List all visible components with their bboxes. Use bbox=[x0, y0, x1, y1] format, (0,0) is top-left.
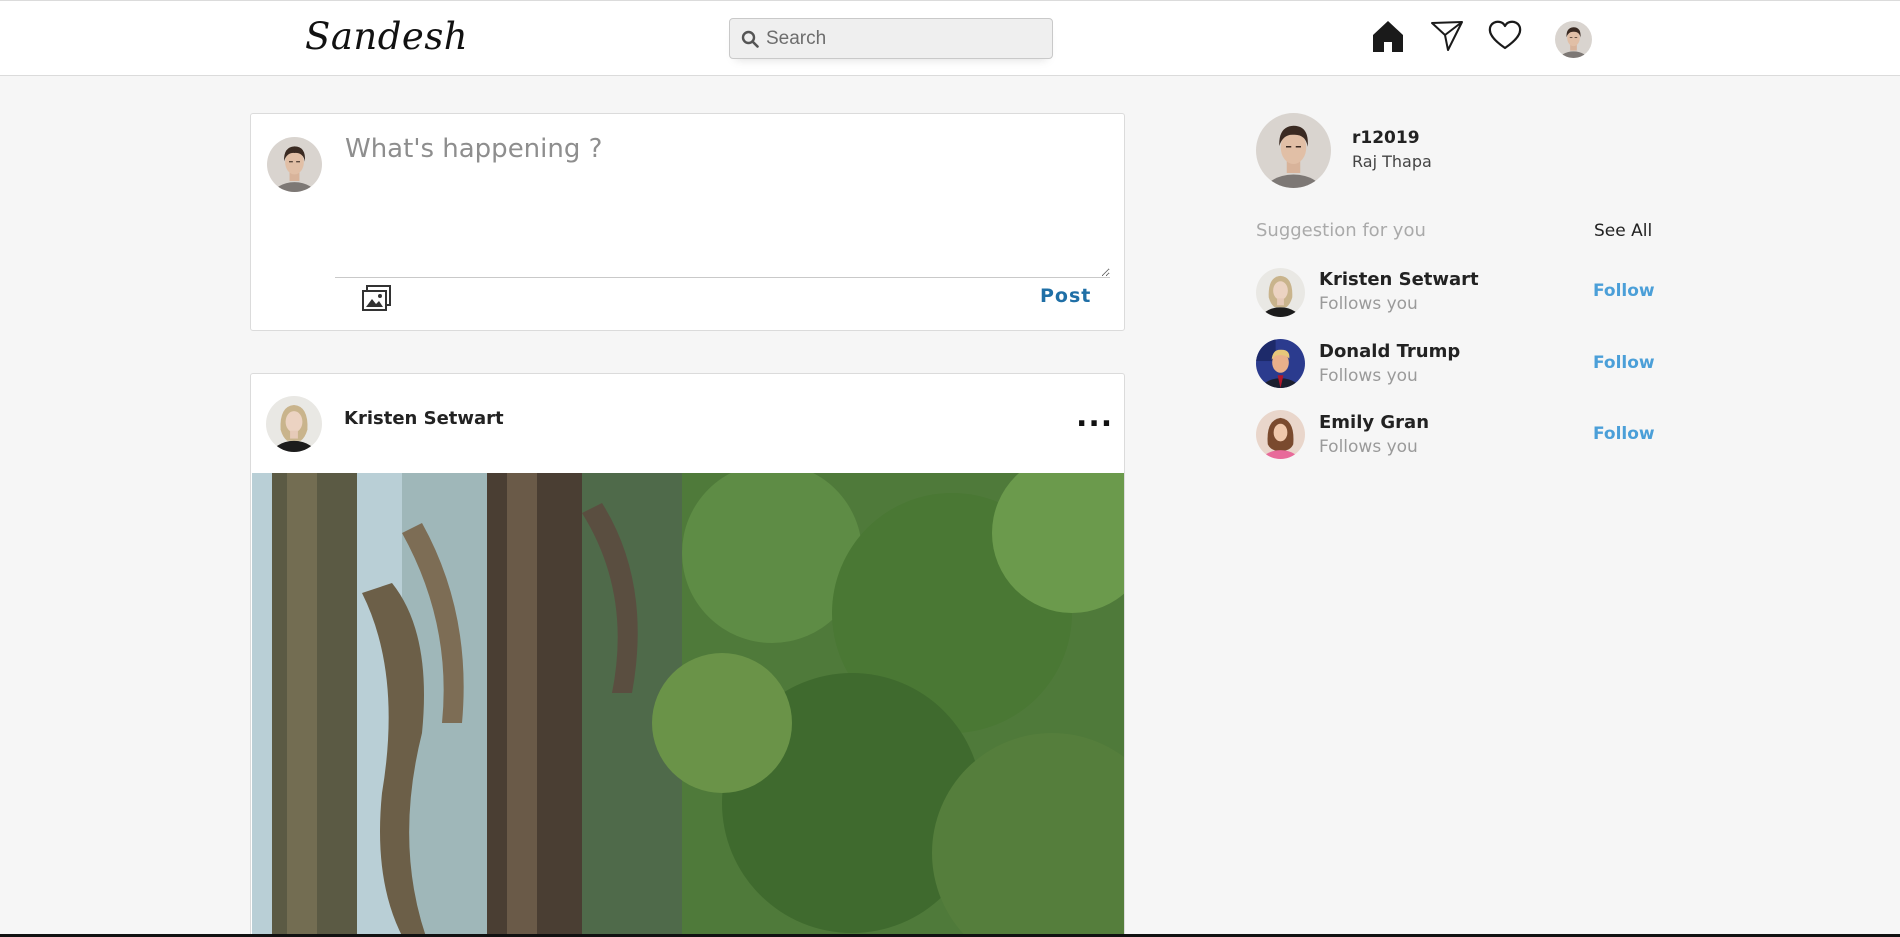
search-icon bbox=[741, 30, 759, 48]
app-logo[interactable]: Sandesh bbox=[305, 15, 468, 58]
feed-post: Kristen Setwart ... bbox=[250, 373, 1125, 937]
profile-avatar[interactable] bbox=[1555, 21, 1592, 58]
follow-button[interactable]: Follow bbox=[1593, 281, 1655, 301]
search-box[interactable] bbox=[729, 18, 1053, 59]
follow-button[interactable]: Follow bbox=[1593, 353, 1655, 373]
suggestion-subtitle: Follows you bbox=[1319, 366, 1418, 386]
image-upload-icon[interactable] bbox=[361, 284, 392, 312]
post-button[interactable]: Post bbox=[1040, 285, 1091, 307]
suggestion-heading: Suggestion for you bbox=[1256, 220, 1426, 241]
post-author-avatar[interactable] bbox=[266, 396, 322, 452]
heart-icon[interactable] bbox=[1488, 20, 1522, 50]
suggestion-name[interactable]: Kristen Setwart bbox=[1319, 269, 1479, 290]
current-username[interactable]: r12019 bbox=[1352, 128, 1420, 148]
composer-avatar bbox=[267, 137, 322, 192]
follow-button[interactable]: Follow bbox=[1593, 424, 1655, 444]
suggestion-subtitle: Follows you bbox=[1319, 294, 1418, 314]
see-all-link[interactable]: See All bbox=[1594, 221, 1652, 241]
more-options-button[interactable]: ... bbox=[1076, 402, 1113, 432]
send-icon[interactable] bbox=[1430, 20, 1464, 52]
suggestion-avatar[interactable] bbox=[1256, 410, 1305, 459]
post-textarea[interactable] bbox=[335, 128, 1110, 278]
current-user-fullname: Raj Thapa bbox=[1352, 152, 1432, 171]
post-image bbox=[252, 473, 1124, 937]
post-composer bbox=[250, 113, 1125, 331]
current-user-avatar[interactable] bbox=[1256, 113, 1331, 188]
suggestion-avatar[interactable] bbox=[1256, 339, 1305, 388]
suggestion-subtitle: Follows you bbox=[1319, 437, 1418, 457]
suggestion-name[interactable]: Emily Gran bbox=[1319, 412, 1429, 433]
post-author-name[interactable]: Kristen Setwart bbox=[344, 408, 504, 429]
suggestion-avatar[interactable] bbox=[1256, 268, 1305, 317]
suggestion-name[interactable]: Donald Trump bbox=[1319, 341, 1460, 362]
top-navbar: Sandesh bbox=[0, 0, 1900, 76]
home-icon[interactable] bbox=[1370, 18, 1406, 54]
search-input[interactable] bbox=[766, 23, 1046, 54]
